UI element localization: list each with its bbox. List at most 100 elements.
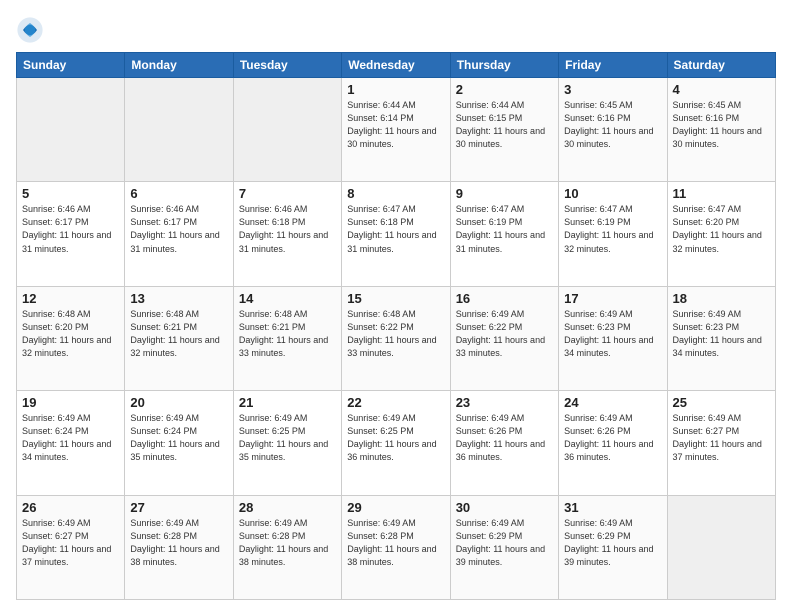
calendar-cell-w0-d5: 3 Sunrise: 6:45 AM Sunset: 6:16 PM Daylig… — [559, 78, 667, 182]
day-number: 29 — [347, 500, 444, 515]
day-number: 19 — [22, 395, 119, 410]
weekday-header-thursday: Thursday — [450, 53, 558, 78]
day-info: Sunrise: 6:47 AM Sunset: 6:20 PM Dayligh… — [673, 203, 770, 255]
day-number: 26 — [22, 500, 119, 515]
calendar-cell-w4-d1: 27 Sunrise: 6:49 AM Sunset: 6:28 PM Dayli… — [125, 495, 233, 599]
day-info: Sunrise: 6:49 AM Sunset: 6:26 PM Dayligh… — [564, 412, 661, 464]
calendar-cell-w4-d6 — [667, 495, 775, 599]
day-info: Sunrise: 6:49 AM Sunset: 6:29 PM Dayligh… — [456, 517, 553, 569]
calendar-week-4: 26 Sunrise: 6:49 AM Sunset: 6:27 PM Dayli… — [17, 495, 776, 599]
calendar-cell-w3-d1: 20 Sunrise: 6:49 AM Sunset: 6:24 PM Dayli… — [125, 391, 233, 495]
logo-icon — [16, 16, 44, 44]
day-number: 5 — [22, 186, 119, 201]
day-number: 31 — [564, 500, 661, 515]
weekday-header-row: SundayMondayTuesdayWednesdayThursdayFrid… — [17, 53, 776, 78]
weekday-header-friday: Friday — [559, 53, 667, 78]
day-number: 27 — [130, 500, 227, 515]
calendar-cell-w4-d2: 28 Sunrise: 6:49 AM Sunset: 6:28 PM Dayli… — [233, 495, 341, 599]
day-number: 8 — [347, 186, 444, 201]
day-info: Sunrise: 6:44 AM Sunset: 6:15 PM Dayligh… — [456, 99, 553, 151]
calendar-cell-w1-d0: 5 Sunrise: 6:46 AM Sunset: 6:17 PM Daylig… — [17, 182, 125, 286]
day-info: Sunrise: 6:49 AM Sunset: 6:27 PM Dayligh… — [22, 517, 119, 569]
day-info: Sunrise: 6:49 AM Sunset: 6:28 PM Dayligh… — [130, 517, 227, 569]
day-number: 20 — [130, 395, 227, 410]
day-info: Sunrise: 6:48 AM Sunset: 6:22 PM Dayligh… — [347, 308, 444, 360]
day-info: Sunrise: 6:49 AM Sunset: 6:28 PM Dayligh… — [347, 517, 444, 569]
calendar-cell-w3-d2: 21 Sunrise: 6:49 AM Sunset: 6:25 PM Dayli… — [233, 391, 341, 495]
day-info: Sunrise: 6:49 AM Sunset: 6:24 PM Dayligh… — [22, 412, 119, 464]
calendar-cell-w3-d6: 25Sunrise: 6:49 AM Sunset: 6:27 PM Dayli… — [667, 391, 775, 495]
calendar-table: SundayMondayTuesdayWednesdayThursdayFrid… — [16, 52, 776, 600]
day-number: 17 — [564, 291, 661, 306]
weekday-header-sunday: Sunday — [17, 53, 125, 78]
day-info: Sunrise: 6:49 AM Sunset: 6:24 PM Dayligh… — [130, 412, 227, 464]
day-number: 28 — [239, 500, 336, 515]
calendar-cell-w4-d5: 31 Sunrise: 6:49 AM Sunset: 6:29 PM Dayli… — [559, 495, 667, 599]
day-number: 12 — [22, 291, 119, 306]
day-info: Sunrise: 6:49 AM Sunset: 6:26 PM Dayligh… — [456, 412, 553, 464]
day-number: 13 — [130, 291, 227, 306]
day-number: 3 — [564, 82, 661, 97]
calendar-cell-w2-d5: 17 Sunrise: 6:49 AM Sunset: 6:23 PM Dayli… — [559, 286, 667, 390]
day-info: Sunrise: 6:47 AM Sunset: 6:18 PM Dayligh… — [347, 203, 444, 255]
day-info: Sunrise: 6:46 AM Sunset: 6:18 PM Dayligh… — [239, 203, 336, 255]
calendar-cell-w3-d0: 19 Sunrise: 6:49 AM Sunset: 6:24 PM Dayli… — [17, 391, 125, 495]
day-number: 21 — [239, 395, 336, 410]
day-info: Sunrise: 6:49 AM Sunset: 6:29 PM Dayligh… — [564, 517, 661, 569]
day-info: Sunrise: 6:46 AM Sunset: 6:17 PM Dayligh… — [22, 203, 119, 255]
day-info: Sunrise: 6:49 AM Sunset: 6:27 PM Dayligh… — [673, 412, 770, 464]
day-number: 6 — [130, 186, 227, 201]
calendar-cell-w0-d6: 4 Sunrise: 6:45 AM Sunset: 6:16 PM Daylig… — [667, 78, 775, 182]
day-number: 1 — [347, 82, 444, 97]
calendar-week-0: 1 Sunrise: 6:44 AM Sunset: 6:14 PM Daylig… — [17, 78, 776, 182]
calendar-cell-w0-d4: 2 Sunrise: 6:44 AM Sunset: 6:15 PM Daylig… — [450, 78, 558, 182]
day-number: 18 — [673, 291, 770, 306]
day-number: 2 — [456, 82, 553, 97]
day-info: Sunrise: 6:48 AM Sunset: 6:21 PM Dayligh… — [130, 308, 227, 360]
calendar-cell-w2-d1: 13 Sunrise: 6:48 AM Sunset: 6:21 PM Dayli… — [125, 286, 233, 390]
day-info: Sunrise: 6:49 AM Sunset: 6:25 PM Dayligh… — [347, 412, 444, 464]
day-info: Sunrise: 6:49 AM Sunset: 6:23 PM Dayligh… — [564, 308, 661, 360]
day-number: 11 — [673, 186, 770, 201]
day-info: Sunrise: 6:49 AM Sunset: 6:28 PM Dayligh… — [239, 517, 336, 569]
day-info: Sunrise: 6:45 AM Sunset: 6:16 PM Dayligh… — [673, 99, 770, 151]
day-info: Sunrise: 6:49 AM Sunset: 6:25 PM Dayligh… — [239, 412, 336, 464]
calendar-week-3: 19 Sunrise: 6:49 AM Sunset: 6:24 PM Dayli… — [17, 391, 776, 495]
calendar-cell-w1-d2: 7 Sunrise: 6:46 AM Sunset: 6:18 PM Daylig… — [233, 182, 341, 286]
day-number: 15 — [347, 291, 444, 306]
calendar-cell-w1-d4: 9 Sunrise: 6:47 AM Sunset: 6:19 PM Daylig… — [450, 182, 558, 286]
calendar-cell-w2-d0: 12 Sunrise: 6:48 AM Sunset: 6:20 PM Dayli… — [17, 286, 125, 390]
calendar-cell-w0-d3: 1 Sunrise: 6:44 AM Sunset: 6:14 PM Daylig… — [342, 78, 450, 182]
calendar-cell-w3-d5: 24Sunrise: 6:49 AM Sunset: 6:26 PM Dayli… — [559, 391, 667, 495]
day-number: 4 — [673, 82, 770, 97]
calendar-week-2: 12 Sunrise: 6:48 AM Sunset: 6:20 PM Dayli… — [17, 286, 776, 390]
day-info: Sunrise: 6:48 AM Sunset: 6:21 PM Dayligh… — [239, 308, 336, 360]
day-number: 23 — [456, 395, 553, 410]
calendar-week-1: 5 Sunrise: 6:46 AM Sunset: 6:17 PM Daylig… — [17, 182, 776, 286]
page: SundayMondayTuesdayWednesdayThursdayFrid… — [0, 0, 792, 612]
calendar-cell-w0-d0 — [17, 78, 125, 182]
calendar-cell-w1-d6: 11 Sunrise: 6:47 AM Sunset: 6:20 PM Dayli… — [667, 182, 775, 286]
weekday-header-monday: Monday — [125, 53, 233, 78]
day-info: Sunrise: 6:47 AM Sunset: 6:19 PM Dayligh… — [456, 203, 553, 255]
calendar-cell-w4-d3: 29 Sunrise: 6:49 AM Sunset: 6:28 PM Dayli… — [342, 495, 450, 599]
weekday-header-saturday: Saturday — [667, 53, 775, 78]
day-info: Sunrise: 6:47 AM Sunset: 6:19 PM Dayligh… — [564, 203, 661, 255]
day-number: 7 — [239, 186, 336, 201]
calendar-cell-w4-d0: 26 Sunrise: 6:49 AM Sunset: 6:27 PM Dayli… — [17, 495, 125, 599]
day-info: Sunrise: 6:44 AM Sunset: 6:14 PM Dayligh… — [347, 99, 444, 151]
logo — [16, 16, 46, 44]
day-number: 16 — [456, 291, 553, 306]
day-number: 9 — [456, 186, 553, 201]
calendar-cell-w4-d4: 30Sunrise: 6:49 AM Sunset: 6:29 PM Dayli… — [450, 495, 558, 599]
day-info: Sunrise: 6:49 AM Sunset: 6:23 PM Dayligh… — [673, 308, 770, 360]
calendar-cell-w1-d1: 6 Sunrise: 6:46 AM Sunset: 6:17 PM Daylig… — [125, 182, 233, 286]
day-info: Sunrise: 6:49 AM Sunset: 6:22 PM Dayligh… — [456, 308, 553, 360]
day-number: 14 — [239, 291, 336, 306]
day-info: Sunrise: 6:48 AM Sunset: 6:20 PM Dayligh… — [22, 308, 119, 360]
day-info: Sunrise: 6:46 AM Sunset: 6:17 PM Dayligh… — [130, 203, 227, 255]
calendar-cell-w2-d2: 14 Sunrise: 6:48 AM Sunset: 6:21 PM Dayli… — [233, 286, 341, 390]
calendar-cell-w2-d6: 18 Sunrise: 6:49 AM Sunset: 6:23 PM Dayli… — [667, 286, 775, 390]
day-info: Sunrise: 6:45 AM Sunset: 6:16 PM Dayligh… — [564, 99, 661, 151]
calendar-cell-w2-d4: 16 Sunrise: 6:49 AM Sunset: 6:22 PM Dayli… — [450, 286, 558, 390]
